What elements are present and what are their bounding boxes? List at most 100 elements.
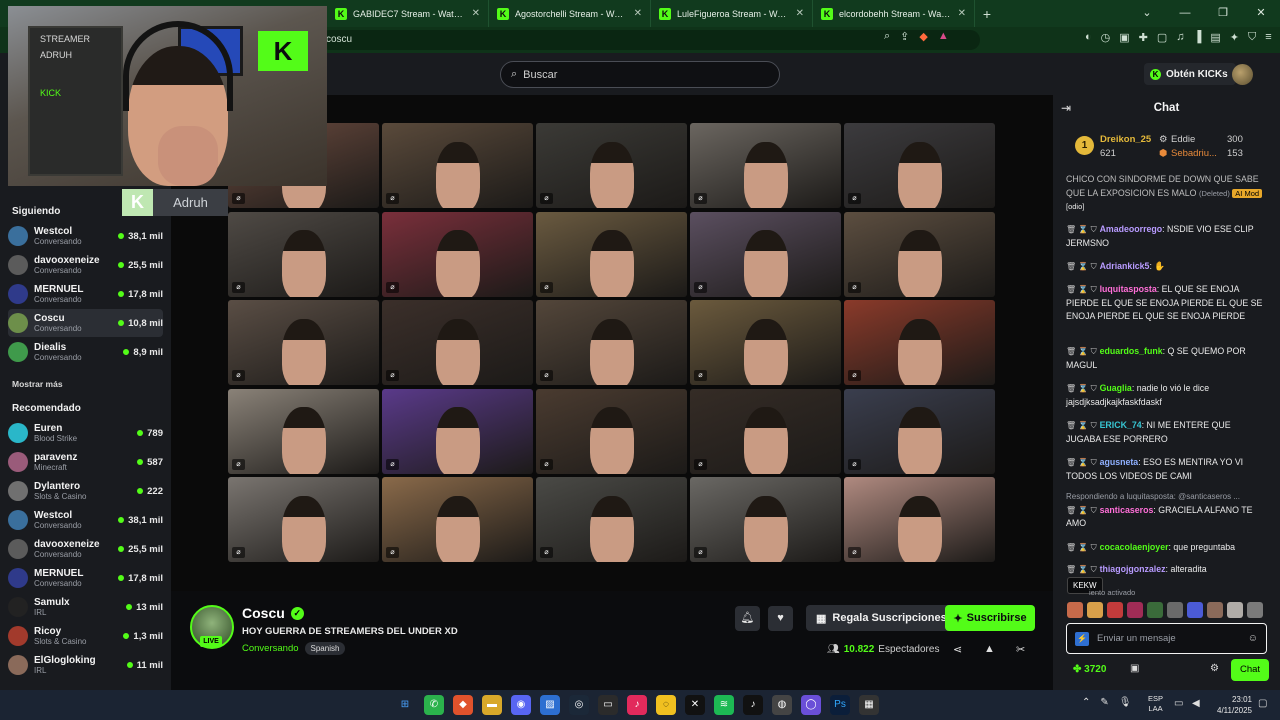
zoom-icon[interactable]: ⌕ [884,30,890,43]
windows-start-icon[interactable]: ⊞ [395,695,415,715]
chat-username[interactable]: Guaglia [1100,383,1132,393]
chat-message[interactable]: Respondiendo a luquitasposta: @santicase… [1066,490,1266,531]
leo-icon[interactable]: ✦ [1230,31,1239,44]
browser-tab[interactable]: K LuleFigueroa Stream - Watch Live on ✕ [651,0,813,27]
mod-tools-icon[interactable]: 🗑︎ ⌛ ⛉ [1066,421,1097,430]
emote[interactable] [1127,602,1143,618]
app-icon[interactable]: ◌ [656,695,676,715]
user-avatar[interactable] [1232,64,1253,85]
menu-icon[interactable]: ≡ [1265,31,1271,44]
sidebar-channel-paravenz[interactable]: paravenz Minecraft 587 [8,448,163,476]
steam-icon[interactable]: ◎ [569,695,589,715]
emote[interactable] [1107,602,1123,618]
kicks-balance[interactable]: ✤ 3720 [1073,664,1106,675]
emote[interactable] [1247,602,1263,618]
chat-message[interactable]: 🗑︎ ⌛ ⛉ Guaglia: nadie lo vió le dice jajs… [1066,382,1266,409]
new-tab-button[interactable]: + [975,6,999,22]
folder-icon[interactable]: ▬ [482,695,502,715]
app-icon[interactable]: ◯ [801,695,821,715]
sidebar-channel-elglogloking[interactable]: ElGlogloking IRL 11 mil [8,651,163,679]
photoshop-icon[interactable]: Ps [830,695,850,715]
tiktok-studio-icon[interactable]: ♪ [627,695,647,715]
spotify-icon[interactable]: ≋ [714,695,734,715]
chat-username[interactable]: Adriankick5 [1100,261,1150,271]
clip-icon[interactable]: ✂ [1016,643,1025,656]
emote[interactable] [1167,602,1183,618]
notifications-button[interactable]: 🔔︎ [735,606,760,631]
mod-tools-icon[interactable]: 🗑︎ ⌛ ⛉ [1066,285,1097,294]
close-tab-icon[interactable]: ✕ [472,8,480,19]
app-icon[interactable]: ◍ [772,695,792,715]
mod-tools-icon[interactable]: 🗑︎ ⌛ ⛉ [1066,458,1097,467]
chat-username[interactable]: ERICK_74 [1100,420,1142,430]
chat-message[interactable]: 🗑︎ ⌛ ⛉ ERICK_74: NI ME ENTERE QUE JUGABA … [1066,419,1266,446]
close-tab-icon[interactable]: ✕ [958,8,966,19]
sidebar-channel-westcol[interactable]: Westcol Conversando 38,1 mil [8,222,163,250]
chat-message[interactable]: 🗑︎ ⌛ ⛉ Amadeoorrego: NSDIE VIO ESE CLIP J… [1066,223,1266,250]
share-icon[interactable]: ⋖ [953,643,962,656]
sidebar-channel-ricoy[interactable]: Ricoy Slots & Casino 1,3 mil [8,622,163,650]
wallet-icon[interactable]: ▤ [1210,31,1220,44]
sidebar-channel-diealis[interactable]: Diealis Conversando 8,9 mil [8,338,163,366]
close-tab-icon[interactable]: ✕ [796,8,804,19]
chat-message[interactable]: 🗑︎ ⌛ ⛉ thiagojgonzalez: alteradita [1066,563,1266,577]
chat-message[interactable]: 🗑︎ ⌛ ⛉ eduardos_funk: Q SE QUEMO POR MAGU… [1066,345,1266,372]
get-kicks-button[interactable]: K Obtén KICKs [1144,63,1236,85]
mod-tools-icon[interactable]: 🗑︎ ⌛ ⛉ [1066,225,1097,234]
sidebar-channel-westcol[interactable]: Westcol Conversando 38,1 mil [8,506,163,534]
mod-tools-icon[interactable]: 🗑︎ ⌛ ⛉ [1066,347,1097,356]
language-tag[interactable]: Spanish [304,642,346,655]
url-field[interactable]: coscu [320,30,980,50]
mod-tools-icon[interactable]: 🗑︎ ⌛ ⛉ [1066,543,1097,552]
clock-icon[interactable]: ◷ [1101,31,1111,44]
close-window-icon[interactable]: ✕ [1242,0,1280,27]
mod-tools-icon[interactable]: 🗑︎ ⌛ ⛉ [1066,506,1097,515]
chat-username[interactable]: thiagojgonzalez [1100,564,1166,574]
emoji-icon[interactable]: ☺ [1248,633,1258,644]
sidebar-channel-davooxeneize[interactable]: davooxeneize Conversando 25,5 mil [8,535,163,563]
input-language[interactable]: ESP LAA [1148,694,1163,714]
close-tab-icon[interactable]: ✕ [634,8,642,19]
capcut-icon[interactable]: ✕ [685,695,705,715]
rewards-icon[interactable]: ▲ [938,30,949,43]
browser-tab[interactable]: K Agostorchelli Stream - Watch Live on ✕ [489,0,651,27]
tray-expand-icon[interactable]: ⌃ [1082,697,1090,708]
chat-message[interactable]: 🗑︎ ⌛ ⛉ agusneta: ESO ES MENTIRA YO VI TOD… [1066,456,1266,483]
follow-button[interactable]: ♥ [768,606,793,631]
emote[interactable] [1207,602,1223,618]
brave-icon[interactable]: ◆ [453,695,473,715]
whatsapp-icon[interactable]: ✆ [424,695,444,715]
sidebar-channel-mernuel[interactable]: MERNUEL Conversando 17,8 mil [8,280,163,308]
tab-search-icon[interactable]: ⌄ [1128,0,1166,27]
mod-tools-icon[interactable]: 🗑︎ ⌛ ⛉ [1066,565,1097,574]
maximize-icon[interactable]: ❐ [1204,0,1242,27]
chat-message[interactable]: 🗑︎ ⌛ ⛉ luquitasposta: EL QUE SE ENOJA PIE… [1066,283,1266,324]
search-input[interactable]: ⌕ Buscar [500,61,780,88]
extension-icon[interactable]: ▣ [1119,31,1129,44]
photos-icon[interactable]: ▨ [540,695,560,715]
leader-second-name[interactable]: Eddie [1171,134,1195,145]
brave-shield-icon[interactable]: ◆ [919,30,927,43]
puzzle-icon[interactable]: ✚ [1139,31,1148,44]
store-icon[interactable]: ▣ [1130,663,1139,674]
gift-subs-button[interactable]: ▦ Regala Suscripciones [806,605,957,631]
sidebar-icon[interactable]: ▐ [1194,31,1202,44]
streamer-name[interactable]: Coscu [242,605,285,621]
settings-icon[interactable]: ⚙ [1210,663,1219,674]
pen-icon[interactable]: ✎ [1100,697,1108,708]
translate-icon[interactable]: ◐ [1085,31,1092,44]
show-more-link[interactable]: Mostrar más [12,379,63,389]
notifications-icon[interactable]: ▢ [1258,698,1267,709]
leader-third-name[interactable]: Sebadriu... [1171,148,1217,159]
sidebar-channel-coscu[interactable]: Coscu Conversando 10,8 mil [8,309,163,337]
system-clock[interactable]: 23:01 4/11/2025 [1212,694,1252,716]
chat-message[interactable]: 🗑︎ ⌛ ⛉ cocacolaenjoyer: que preguntaba [1066,541,1266,555]
screenshot-icon[interactable]: ▢ [1157,31,1167,44]
chat-username[interactable]: luquitasposta [1100,284,1157,294]
chat-message[interactable]: CHICO CON SINDORME DE DOWN QUE SABE QUE … [1066,173,1266,214]
chat-message[interactable]: 🗑︎ ⌛ ⛉ Adriankick5: ✋ [1066,260,1266,274]
emote[interactable] [1187,602,1203,618]
tiktok-icon[interactable]: ♪ [743,695,763,715]
subscribe-button[interactable]: ✦ Suscribirse [945,605,1035,631]
emote[interactable] [1147,602,1163,618]
